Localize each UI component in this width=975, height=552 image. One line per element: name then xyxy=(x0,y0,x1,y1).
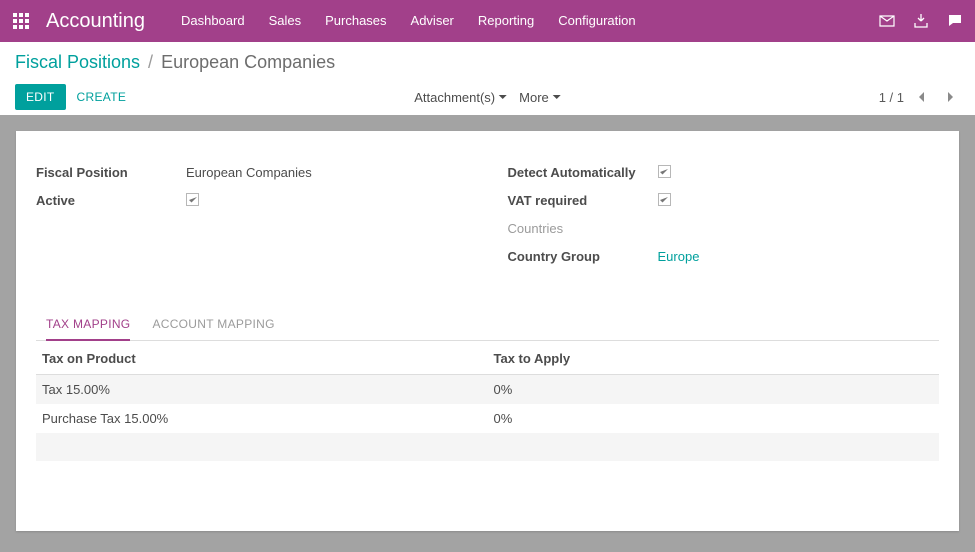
tax-mapping-table: Tax on Product Tax to Apply Tax 15.00% 0… xyxy=(36,341,939,461)
pager-next[interactable] xyxy=(940,87,960,107)
vat-label: VAT required xyxy=(508,193,658,208)
nav-adviser[interactable]: Adviser xyxy=(399,0,466,42)
country-group-label: Country Group xyxy=(508,249,658,264)
app-title[interactable]: Accounting xyxy=(46,10,145,33)
country-group-value: Europe xyxy=(658,249,940,264)
attachments-dropdown[interactable]: Attachment(s) xyxy=(414,90,507,105)
tabs: TAX MAPPING ACCOUNT MAPPING xyxy=(36,311,939,341)
form-col-left: Fiscal Position European Companies Activ… xyxy=(36,159,468,271)
field-detect-automatically: Detect Automatically xyxy=(508,159,940,185)
toolbar-center: Attachment(s) More xyxy=(414,90,561,105)
field-active: Active xyxy=(36,187,468,213)
form-sheet: Fiscal Position European Companies Activ… xyxy=(16,131,959,531)
breadcrumb-current: European Companies xyxy=(161,52,335,73)
table-header-row: Tax on Product Tax to Apply xyxy=(36,341,939,375)
nav-sales[interactable]: Sales xyxy=(257,0,314,42)
pager-text: 1 / 1 xyxy=(879,90,904,105)
more-label: More xyxy=(519,90,549,105)
mail-icon[interactable] xyxy=(879,13,895,29)
cell-tax-on-product: Purchase Tax 15.00% xyxy=(36,404,488,433)
breadcrumb-sep: / xyxy=(148,52,153,73)
navbar: Accounting Dashboard Sales Purchases Adv… xyxy=(0,0,975,42)
control-strip: Fiscal Positions / European Companies ED… xyxy=(0,42,975,115)
active-label: Active xyxy=(36,193,186,208)
pager-prev[interactable] xyxy=(912,87,932,107)
caret-down-icon xyxy=(499,95,507,99)
nav-configuration[interactable]: Configuration xyxy=(546,0,647,42)
col-tax-on-product: Tax on Product xyxy=(36,341,488,375)
sheet-wrap: Fiscal Position European Companies Activ… xyxy=(0,115,975,547)
navbar-right xyxy=(879,13,963,29)
table-row[interactable]: Purchase Tax 15.00% 0% xyxy=(36,404,939,433)
vat-checkbox[interactable] xyxy=(658,193,671,206)
nav-items: Dashboard Sales Purchases Adviser Report… xyxy=(169,0,648,42)
pager: 1 / 1 xyxy=(879,87,960,107)
fiscal-position-label: Fiscal Position xyxy=(36,165,186,180)
edit-button[interactable]: EDIT xyxy=(15,84,66,110)
country-group-link[interactable]: Europe xyxy=(658,249,700,264)
attachments-label: Attachment(s) xyxy=(414,90,495,105)
cell-tax-to-apply: 0% xyxy=(488,404,940,433)
vat-value xyxy=(658,193,940,208)
field-countries: Countries xyxy=(508,215,940,241)
chat-icon[interactable] xyxy=(947,13,963,29)
detect-label: Detect Automatically xyxy=(508,165,658,180)
countries-label: Countries xyxy=(508,221,658,236)
active-value xyxy=(186,193,468,208)
breadcrumb-parent[interactable]: Fiscal Positions xyxy=(15,52,140,73)
table-row[interactable]: Tax 15.00% 0% xyxy=(36,375,939,405)
more-dropdown[interactable]: More xyxy=(519,90,561,105)
field-vat-required: VAT required xyxy=(508,187,940,213)
create-button[interactable]: CREATE xyxy=(66,84,138,110)
col-tax-to-apply: Tax to Apply xyxy=(488,341,940,375)
table-row-empty xyxy=(36,433,939,461)
nav-reporting[interactable]: Reporting xyxy=(466,0,546,42)
tab-tax-mapping[interactable]: TAX MAPPING xyxy=(46,311,130,341)
form-columns: Fiscal Position European Companies Activ… xyxy=(36,159,939,271)
cell-tax-on-product: Tax 15.00% xyxy=(36,375,488,405)
apps-menu-icon[interactable] xyxy=(0,0,42,42)
field-country-group: Country Group Europe xyxy=(508,243,940,269)
cell-tax-to-apply: 0% xyxy=(488,375,940,405)
login-icon[interactable] xyxy=(913,13,929,29)
caret-down-icon xyxy=(553,95,561,99)
detect-value xyxy=(658,165,940,180)
detect-checkbox[interactable] xyxy=(658,165,671,178)
tab-account-mapping[interactable]: ACCOUNT MAPPING xyxy=(152,311,274,341)
toolbar: EDIT CREATE Attachment(s) More 1 / 1 xyxy=(15,79,960,115)
breadcrumb: Fiscal Positions / European Companies xyxy=(15,52,960,73)
nav-dashboard[interactable]: Dashboard xyxy=(169,0,257,42)
fiscal-position-value: European Companies xyxy=(186,165,468,180)
nav-purchases[interactable]: Purchases xyxy=(313,0,398,42)
form-col-right: Detect Automatically VAT required xyxy=(508,159,940,271)
field-fiscal-position: Fiscal Position European Companies xyxy=(36,159,468,185)
active-checkbox[interactable] xyxy=(186,193,199,206)
